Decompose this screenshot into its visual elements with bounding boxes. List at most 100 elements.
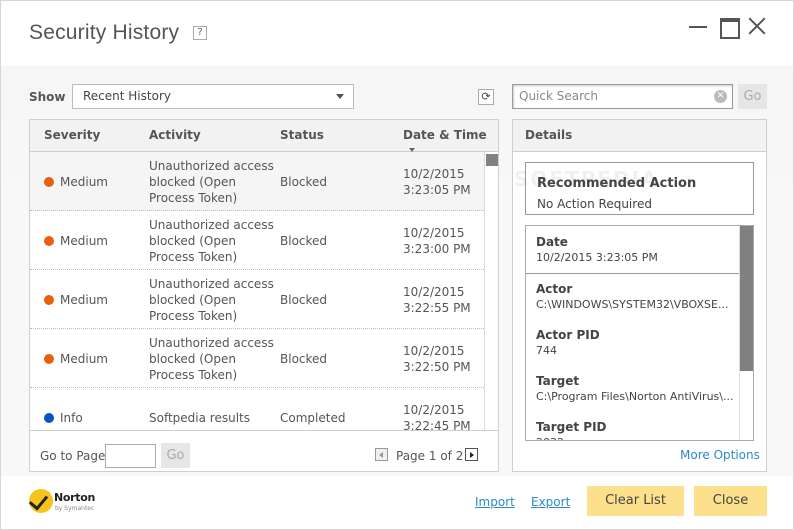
severity-cell: Info: [60, 410, 83, 425]
date-text: 10/2/2015: [403, 343, 465, 358]
recommended-action-title: Recommended Action: [537, 176, 697, 191]
activity-line: blocked (Open: [149, 292, 236, 307]
time-text: 3:23:05 PM: [403, 182, 471, 197]
column-status[interactable]: Status: [280, 128, 324, 142]
activity-cell: Unauthorized access blocked (Open Process …: [149, 158, 274, 206]
activity-line: Process Token): [149, 308, 238, 323]
show-label: Show: [29, 90, 66, 104]
date-text: 10/2/2015: [403, 284, 465, 299]
detail-date-section: Date 10/2/2015 3:23:05 PM: [526, 226, 739, 274]
time-text: 3:23:00 PM: [403, 241, 471, 256]
maximize-button[interactable]: [718, 15, 740, 39]
date-text: 10/2/2015: [403, 225, 465, 240]
activity-line: Process Token): [149, 190, 238, 205]
export-link[interactable]: Export: [531, 495, 570, 509]
activity-cell: Unauthorized access blocked (Open Process …: [149, 276, 274, 324]
column-activity[interactable]: Activity: [149, 128, 201, 142]
table-row[interactable]: Medium Unauthorized access blocked (Open Pr…: [30, 329, 484, 388]
details-scrollbar[interactable]: [739, 226, 753, 440]
detail-label-actor: Actor: [536, 282, 573, 296]
status-cell: Blocked: [280, 233, 328, 248]
search-placeholder: Quick Search: [519, 89, 598, 103]
goto-page-input[interactable]: [105, 444, 156, 468]
activity-line: blocked (Open: [149, 351, 236, 366]
history-list-panel: Severity Activity Status Date & Time Med…: [29, 119, 499, 472]
detail-label-date: Date: [536, 235, 568, 249]
time-text: 3:22:55 PM: [403, 300, 471, 315]
show-dropdown-value: Recent History: [83, 89, 171, 103]
table-row[interactable]: Medium Unauthorized access blocked (Open Pr…: [30, 270, 484, 329]
severity-cell: Medium: [60, 174, 108, 189]
list-scrollbar-thumb[interactable]: [486, 154, 498, 166]
refresh-icon[interactable]: ⟳: [478, 89, 494, 105]
title-bar: Security History ?: [1, 1, 793, 66]
clear-search-icon[interactable]: ✕: [714, 90, 727, 103]
activity-line: blocked (Open: [149, 174, 236, 189]
close-window-button[interactable]: [746, 15, 768, 37]
detail-label-target-pid: Target PID: [536, 420, 607, 434]
detail-value-target-pid: 2032: [536, 436, 564, 440]
date-time-cell: 10/2/2015 3:23:05 PM: [403, 166, 471, 198]
severity-dot-icon: [44, 176, 54, 187]
detail-value-target: C:\Program Files\Norton AntiVirus\...: [536, 390, 734, 403]
column-severity[interactable]: Severity: [44, 128, 100, 142]
activity-line: Unauthorized access: [149, 276, 274, 291]
details-info-box: Date 10/2/2015 3:23:05 PM Actor C:\WINDO…: [525, 225, 754, 441]
minimize-button[interactable]: [687, 15, 709, 37]
severity-dot-icon: [44, 353, 54, 364]
details-header: Details: [513, 120, 766, 152]
footer-bar: Norton by Symantec Import Export Clear L…: [1, 476, 793, 529]
table-row[interactable]: Info Softpedia results Completed 10/2/2015 3…: [30, 388, 484, 430]
detail-value-date: 10/2/2015 3:23:05 PM: [536, 251, 658, 264]
security-history-window: Security History ? Show Recent History ⟳…: [0, 0, 794, 530]
severity-cell: Medium: [60, 292, 108, 307]
norton-logo-text: Norton: [54, 491, 96, 504]
more-options-link[interactable]: More Options: [680, 448, 760, 462]
close-button[interactable]: Close: [694, 486, 767, 516]
clear-list-button[interactable]: Clear List: [587, 486, 684, 516]
norton-logo-subtext: by Symantec: [55, 505, 95, 512]
activity-line: Process Token): [149, 367, 238, 382]
page-indicator: Page 1 of 2: [396, 449, 464, 463]
list-scrollbar[interactable]: [484, 152, 498, 430]
activity-cell: Softpedia results: [149, 410, 250, 426]
recommended-action-value: No Action Required: [537, 197, 652, 211]
table-row[interactable]: Medium Unauthorized access blocked (Open Pr…: [30, 211, 484, 270]
detail-value-actor: C:\WINDOWS\SYSTEM32\VBOXSE...: [536, 298, 729, 311]
help-icon[interactable]: ?: [193, 26, 207, 40]
details-scrollbar-thumb[interactable]: [740, 226, 753, 371]
activity-line: Softpedia results: [149, 410, 250, 425]
activity-line: blocked (Open: [149, 233, 236, 248]
detail-label-target: Target: [536, 374, 580, 388]
date-text: 10/2/2015: [403, 402, 465, 417]
severity-cell: Medium: [60, 233, 108, 248]
status-cell: Blocked: [280, 174, 328, 189]
show-dropdown[interactable]: Recent History: [72, 84, 354, 109]
date-text: 10/2/2015: [403, 166, 465, 181]
activity-line: Unauthorized access: [149, 335, 274, 350]
import-link[interactable]: Import: [475, 495, 515, 509]
previous-page-button[interactable]: [375, 448, 388, 461]
column-date-time-label: Date & Time: [403, 128, 487, 142]
table-row[interactable]: Medium Unauthorized access blocked (Open Pr…: [30, 152, 484, 211]
recommended-action-box: SOFTPEDIA Recommended Action No Action R…: [514, 162, 754, 215]
list-header: Severity Activity Status Date & Time: [30, 120, 498, 152]
search-go-button[interactable]: Go: [738, 84, 767, 109]
activity-cell: Unauthorized access blocked (Open Process …: [149, 335, 274, 383]
sort-desc-icon: [409, 147, 415, 152]
goto-page-go-button[interactable]: Go: [161, 443, 190, 468]
date-time-cell: 10/2/2015 3:22:55 PM: [403, 284, 471, 316]
date-time-cell: 10/2/2015 3:22:50 PM: [403, 343, 471, 375]
activity-cell: Unauthorized access blocked (Open Process …: [149, 217, 274, 265]
severity-dot-icon: [44, 294, 54, 305]
date-time-cell: 10/2/2015 3:23:00 PM: [403, 225, 471, 257]
status-cell: Blocked: [280, 351, 328, 366]
severity-cell: Medium: [60, 351, 108, 366]
severity-dot-icon: [44, 235, 54, 246]
quick-search-input[interactable]: Quick Search ✕: [512, 84, 733, 109]
list-footer: Go to Page: Go Page 1 of 2: [30, 430, 498, 471]
next-page-button[interactable]: [465, 448, 478, 461]
goto-page-label: Go to Page:: [40, 449, 110, 463]
details-panel: Details SOFTPEDIA Recommended Action No …: [512, 119, 767, 472]
time-text: 3:22:50 PM: [403, 359, 471, 374]
